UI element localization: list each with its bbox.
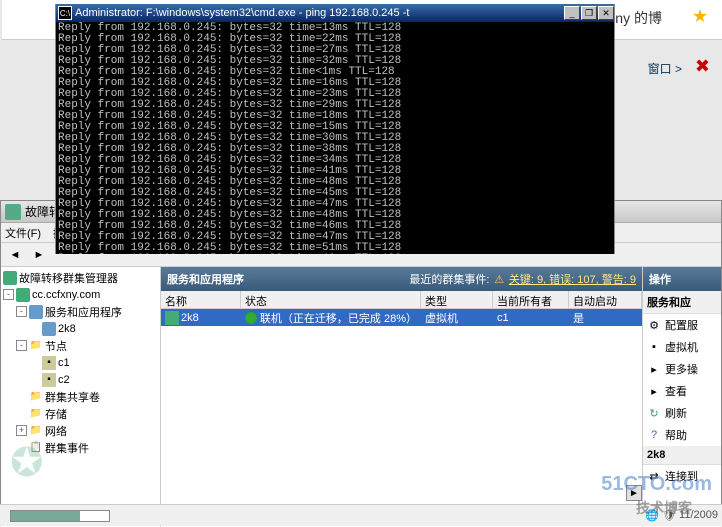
action-view[interactable]: ▸查看 bbox=[643, 380, 721, 402]
cmd-icon: C:\ bbox=[58, 6, 72, 20]
minimize-button[interactable]: _ bbox=[564, 6, 580, 20]
tree-vm-2k8[interactable]: 2k8 bbox=[3, 320, 158, 337]
actions-title: 操作 bbox=[643, 267, 721, 291]
col-name[interactable]: 名称 bbox=[161, 291, 241, 308]
online-status-icon bbox=[245, 312, 257, 324]
tree-csv[interactable]: 📁群集共享卷 bbox=[3, 388, 158, 405]
cmd-title: Administrator: F:\windows\system32\cmd.e… bbox=[75, 7, 563, 19]
maximize-button[interactable]: ❐ bbox=[581, 6, 597, 20]
list-row-2k8[interactable]: 2k8 联机（正在迁移，已完成 28%） 虚拟机 c1 是 bbox=[161, 309, 642, 326]
tree-nodes[interactable]: -📁节点 bbox=[3, 337, 158, 354]
action-connect[interactable]: ⇄连接到 bbox=[643, 465, 721, 487]
warning-icon: ⚠ bbox=[494, 274, 504, 286]
cluster-manager-icon bbox=[5, 204, 21, 220]
center-pane: 服务和应用程序 最近的群集事件: ⚠ 关键: 9, 错误: 107, 警告: 9… bbox=[161, 267, 643, 527]
menu-file[interactable]: 文件(F) bbox=[5, 225, 41, 241]
expand-icon[interactable]: + bbox=[16, 425, 27, 436]
scroll-right-button[interactable]: ► bbox=[626, 485, 642, 501]
cmd-titlebar[interactable]: C:\ Administrator: F:\windows\system32\c… bbox=[56, 4, 614, 22]
server-icon: ▪ bbox=[42, 373, 56, 387]
cluster-events-summary: 最近的群集事件: ⚠ 关键: 9, 错误: 107, 警告: 9 bbox=[409, 271, 636, 287]
center-title: 服务和应用程序 bbox=[167, 271, 409, 287]
events-icon: 📋 bbox=[29, 441, 43, 455]
more-icon: ▸ bbox=[647, 362, 661, 376]
vm-icon bbox=[165, 311, 179, 325]
view-icon: ▸ bbox=[647, 384, 661, 398]
back-button[interactable]: ◄ bbox=[5, 245, 25, 265]
tree-pane: 故障转移群集管理器 -cc.ccfxny.com -服务和应用程序 2k8 -📁… bbox=[1, 267, 161, 527]
collapse-icon[interactable]: - bbox=[3, 289, 14, 300]
tree-events[interactable]: 📋群集事件 bbox=[3, 439, 158, 456]
col-autostart[interactable]: 自动启动 bbox=[569, 291, 642, 308]
close-button[interactable]: ✕ bbox=[598, 6, 614, 20]
tree-storage[interactable]: 📁存储 bbox=[3, 405, 158, 422]
cluster-manager-icon bbox=[3, 271, 17, 285]
collapse-icon[interactable]: - bbox=[16, 306, 27, 317]
action-virtual-machine[interactable]: ▪虚拟机 bbox=[643, 336, 721, 358]
tree-cluster[interactable]: -cc.ccfxny.com bbox=[3, 286, 158, 303]
actions-section-services: 服务和应 bbox=[643, 291, 721, 314]
cmd-output: Reply from 192.168.0.245: bytes=32 time=… bbox=[56, 22, 614, 254]
vm-icon: ▪ bbox=[647, 340, 661, 354]
progress-fill bbox=[11, 511, 80, 521]
folder-icon: 📁 bbox=[29, 339, 43, 353]
col-status[interactable]: 状态 bbox=[241, 291, 421, 308]
close-x-icon[interactable]: ✖ bbox=[695, 56, 710, 77]
tree-root[interactable]: 故障转移群集管理器 bbox=[3, 269, 158, 286]
browser-statusbar: 🌐 🛡 11/2009 bbox=[0, 504, 722, 526]
favorite-star-icon[interactable]: ★ bbox=[692, 6, 712, 26]
action-refresh[interactable]: ↻刷新 bbox=[643, 402, 721, 424]
date-text: 11/2009 bbox=[679, 509, 718, 522]
protected-mode-icon[interactable]: 🛡 bbox=[662, 509, 676, 522]
tree-node-c1[interactable]: ▪c1 bbox=[3, 354, 158, 371]
services-icon bbox=[29, 305, 43, 319]
server-icon: ▪ bbox=[42, 356, 56, 370]
connect-icon: ⇄ bbox=[647, 469, 661, 483]
action-configure-service[interactable]: ⚙配置服 bbox=[643, 314, 721, 336]
events-link[interactable]: 关键: 9, 错误: 107, 警告: 9 bbox=[509, 274, 636, 286]
actions-section-2k8: 2k8 bbox=[643, 446, 721, 465]
help-icon: ? bbox=[647, 428, 661, 442]
cmd-window: C:\ Administrator: F:\windows\system32\c… bbox=[55, 4, 615, 254]
internet-zone-icon[interactable]: 🌐 bbox=[645, 509, 659, 522]
list-header: 名称 状态 类型 当前所有者 自动启动 bbox=[161, 291, 642, 309]
cluster-icon bbox=[16, 288, 30, 302]
tree-networks[interactable]: +📁网络 bbox=[3, 422, 158, 439]
forward-button[interactable]: ► bbox=[29, 245, 49, 265]
network-icon: 📁 bbox=[29, 424, 43, 438]
col-owner[interactable]: 当前所有者 bbox=[493, 291, 569, 308]
refresh-icon: ↻ bbox=[647, 406, 661, 420]
tree-node-c2[interactable]: ▪c2 bbox=[3, 371, 158, 388]
background-link[interactable]: 窗口 > bbox=[648, 60, 682, 77]
action-help[interactable]: ?帮助 bbox=[643, 424, 721, 446]
list-body: 2k8 联机（正在迁移，已完成 28%） 虚拟机 c1 是 bbox=[161, 309, 642, 527]
vm-icon bbox=[42, 322, 56, 336]
action-more[interactable]: ▸更多操 bbox=[643, 358, 721, 380]
progress-bar bbox=[10, 510, 110, 522]
folder-icon: 📁 bbox=[29, 390, 43, 404]
actions-pane: 操作 服务和应 ⚙配置服 ▪虚拟机 ▸更多操 ▸查看 ↻刷新 ?帮助 2k8 ⇄… bbox=[643, 267, 721, 527]
center-header: 服务和应用程序 最近的群集事件: ⚠ 关键: 9, 错误: 107, 警告: 9 bbox=[161, 267, 642, 291]
storage-icon: 📁 bbox=[29, 407, 43, 421]
config-icon: ⚙ bbox=[647, 318, 661, 332]
tree-services[interactable]: -服务和应用程序 bbox=[3, 303, 158, 320]
collapse-icon[interactable]: - bbox=[16, 340, 27, 351]
col-type[interactable]: 类型 bbox=[421, 291, 493, 308]
